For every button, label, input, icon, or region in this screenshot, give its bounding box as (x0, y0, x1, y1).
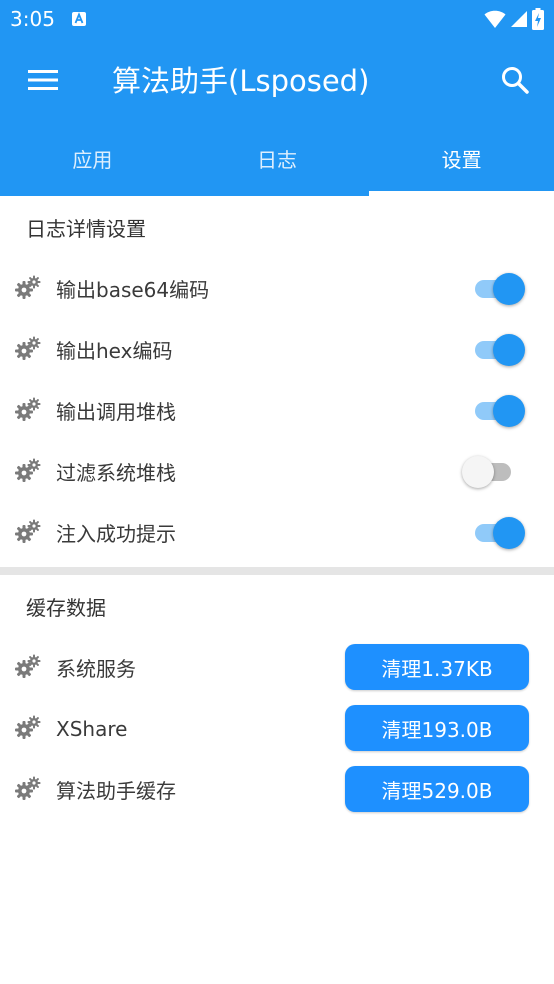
setting-label: 输出hex编码 (56, 339, 173, 363)
status-time: 3:05 (10, 7, 55, 31)
setting-label: 输出base64编码 (56, 278, 210, 302)
gears-icon (14, 518, 42, 544)
setting-row-inject-success[interactable]: 注入成功提示 (0, 502, 554, 563)
settings-content: 日志详情设置 输出base64编码 输出hex编码 输出调用堆栈 过滤系统堆栈 … (0, 196, 554, 820)
cache-data-header: 缓存数据 (26, 595, 106, 620)
gears-icon (14, 396, 42, 422)
toggle-inject-success[interactable] (471, 517, 527, 549)
cache-row-system-service: 系统服务 清理1.37KB (0, 637, 554, 698)
cache-label: 系统服务 (56, 657, 136, 681)
gears-icon (14, 457, 42, 483)
setting-row-call-stack[interactable]: 输出调用堆栈 (0, 380, 554, 441)
setting-label: 过滤系统堆栈 (56, 461, 176, 485)
status-bar: 3:05 (0, 0, 554, 40)
status-icons (484, 7, 544, 31)
setting-row-hex[interactable]: 输出hex编码 (0, 319, 554, 380)
toggle-filter-system-stack[interactable] (462, 456, 527, 488)
cache-row-app-cache: 算法助手缓存 清理529.0B (0, 759, 554, 820)
cache-label: XShare (56, 716, 128, 741)
gears-icon (14, 653, 42, 679)
toggle-hex[interactable] (471, 334, 527, 366)
setting-row-base64[interactable]: 输出base64编码 (0, 258, 554, 319)
toolbar: 算法助手(Lsposed) (0, 40, 554, 122)
tab-settings[interactable]: 设置 (369, 122, 554, 196)
notification-a-icon (72, 12, 86, 26)
search-button[interactable] (492, 57, 538, 103)
tab-bar: 应用 日志 设置 (0, 122, 554, 196)
log-settings-header: 日志详情设置 (26, 216, 146, 241)
setting-label: 注入成功提示 (56, 522, 176, 546)
gears-icon (14, 335, 42, 361)
wifi-icon (484, 10, 506, 28)
gears-icon (14, 714, 42, 740)
search-icon (502, 67, 529, 94)
toggle-call-stack[interactable] (471, 395, 527, 427)
setting-row-filter-system-stack[interactable]: 过滤系统堆栈 (0, 441, 554, 502)
gears-icon (14, 274, 42, 300)
cache-row-xshare: XShare 清理193.0B (0, 698, 554, 759)
app-title: 算法助手(Lsposed) (112, 64, 370, 98)
setting-label: 输出调用堆栈 (56, 400, 176, 424)
tab-apps[interactable]: 应用 (0, 122, 185, 196)
clear-system-service-button[interactable]: 清理1.37KB (345, 644, 529, 690)
clear-app-cache-button[interactable]: 清理529.0B (345, 766, 529, 812)
app-bar: 3:05 算法助手(Lsposed) 应用 日志 设置 (0, 0, 554, 196)
menu-button[interactable] (20, 57, 66, 103)
tab-logs[interactable]: 日志 (185, 122, 370, 196)
menu-icon (28, 70, 58, 90)
battery-charging-icon (532, 8, 544, 30)
section-divider (0, 567, 554, 575)
toggle-base64[interactable] (471, 273, 527, 305)
gears-icon (14, 775, 42, 801)
signal-icon (511, 11, 527, 27)
cache-label: 算法助手缓存 (56, 779, 176, 803)
clear-xshare-button[interactable]: 清理193.0B (345, 705, 529, 751)
